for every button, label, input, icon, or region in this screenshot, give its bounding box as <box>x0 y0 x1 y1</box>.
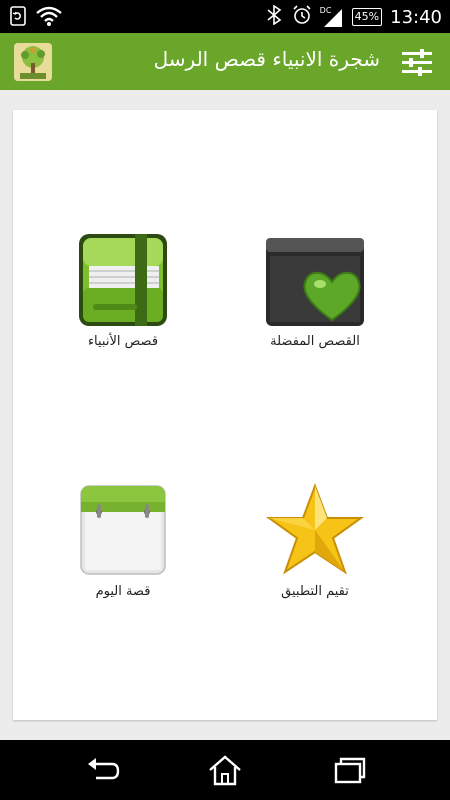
tile-label: القصص المفضلة <box>270 334 360 349</box>
home-button[interactable] <box>207 754 243 786</box>
tile-story-of-day[interactable]: قصة اليوم <box>33 482 213 599</box>
tree-logo-icon[interactable] <box>14 43 52 81</box>
signal-icon: DC <box>320 7 344 27</box>
tile-label: تقيم التطبيق <box>281 584 349 599</box>
alarm-icon <box>292 5 312 29</box>
tile-rate-app[interactable]: تقيم التطبيق <box>225 482 405 599</box>
recents-icon <box>334 757 366 784</box>
home-icon <box>209 755 241 786</box>
status-time: 13:40 <box>390 6 442 28</box>
back-button[interactable] <box>84 754 120 786</box>
status-bar: DC 45% 13:40 <box>0 0 450 33</box>
star-icon <box>265 483 365 575</box>
tile-prophets-stories[interactable]: قصص الأنبياء <box>33 232 213 349</box>
recents-button[interactable] <box>332 754 368 786</box>
tile-label: قصة اليوم <box>95 584 151 599</box>
app-bar: شجرة الانبياء قصص الرسل <box>0 33 450 90</box>
wifi-icon <box>36 6 62 30</box>
app-title: شجرة الانبياء قصص الرسل <box>153 47 380 71</box>
navigation-bar <box>0 740 450 800</box>
calendar-icon <box>80 485 166 575</box>
main-menu-card: قصص الأنبياء القصص المفضلة قصة اليوم تقي… <box>13 110 437 720</box>
battery-indicator: 45% <box>351 8 383 26</box>
tile-favorite-stories[interactable]: القصص المفضلة <box>225 232 405 349</box>
tile-label: قصص الأنبياء <box>87 334 159 349</box>
bluetooth-icon <box>264 4 284 29</box>
settings-button[interactable] <box>400 46 434 78</box>
back-icon <box>88 758 120 780</box>
green-book-icon <box>79 234 167 326</box>
heart-box-icon <box>266 238 364 326</box>
sliders-icon <box>402 49 432 76</box>
sync-icon <box>10 6 26 30</box>
